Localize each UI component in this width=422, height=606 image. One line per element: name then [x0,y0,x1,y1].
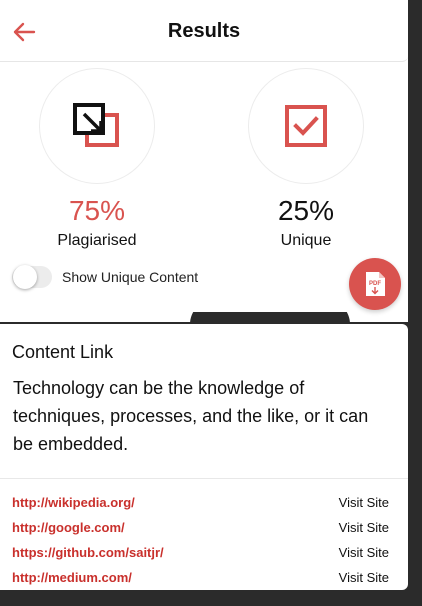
export-pdf-button[interactable]: PDF [349,258,401,310]
show-unique-toggle-row: Show Unique Content [12,265,199,289]
visit-site-button[interactable]: Visit Site [339,545,389,560]
list-item: https://github.com/saitjr/ Visit Site [0,540,408,565]
visit-site-button[interactable]: Visit Site [339,520,389,535]
list-item: http://medium.com/ Visit Site [0,565,408,590]
background-edge [408,0,422,606]
unique-stat: 25% Unique [246,68,366,250]
divider [0,478,408,479]
content-link-title: Content Link [12,342,114,362]
checkbox-checked-icon [285,105,327,147]
app-header: Results [0,0,408,62]
pdf-icon-text: PDF [369,281,381,287]
source-link[interactable]: http://wikipedia.org/ [12,495,135,510]
list-item: http://wikipedia.org/ Visit Site [0,490,408,515]
content-link-card: Content Link Technology can be the knowl… [0,324,408,590]
visit-site-button[interactable]: Visit Site [339,495,389,510]
unique-icon-circle [248,68,364,184]
source-link[interactable]: http://medium.com/ [12,570,132,585]
source-link[interactable]: http://google.com/ [12,520,125,535]
plagiarised-stat: 75% Plagiarised [37,68,157,250]
source-link[interactable]: https://github.com/saitjr/ [12,545,164,560]
background-bottom [0,592,422,606]
unique-percent: 25% [277,195,335,226]
pdf-file-icon: PDF [366,272,385,296]
unique-label: Unique [280,232,332,249]
plagiarised-percent: 75% [68,195,126,226]
toggle-knob [13,265,37,289]
content-text: Technology can be the knowledge of techn… [13,378,369,454]
show-unique-toggle[interactable] [12,265,52,289]
plagiarised-icon-circle [39,68,155,184]
show-unique-label: Show Unique Content [62,269,199,285]
plagiarism-icon [73,103,119,147]
results-card: 75% Plagiarised 25% Unique Show Unique C… [0,62,408,312]
visit-site-button[interactable]: Visit Site [339,570,389,585]
plagiarised-label: Plagiarised [57,232,137,249]
source-links-list: http://wikipedia.org/ Visit Site http://… [0,490,408,590]
list-item: http://google.com/ Visit Site [0,515,408,540]
page-title: Results [167,20,241,42]
